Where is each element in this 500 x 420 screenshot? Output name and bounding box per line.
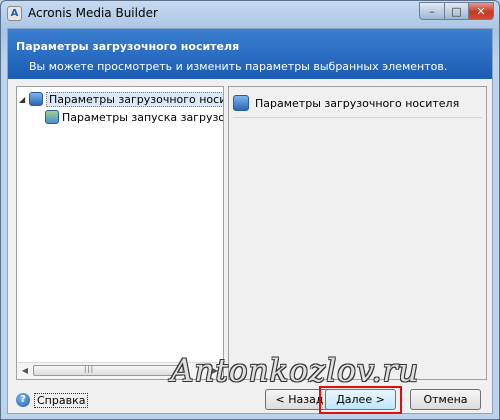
media-options-icon: [29, 92, 43, 106]
window-title: Acronis Media Builder: [28, 6, 158, 20]
scroll-right-icon[interactable]: ▶: [209, 365, 221, 377]
close-button[interactable]: ✕: [468, 2, 494, 20]
wizard-header: Параметры загрузочного носителя Вы может…: [8, 29, 492, 79]
tree-item-label: Параметры загрузочного носителя: [46, 91, 223, 107]
tree-item-media-options[interactable]: ◢ Параметры загрузочного носителя: [19, 91, 223, 107]
scrollbar-thumb[interactable]: [33, 365, 183, 376]
wizard-content: Параметры загрузочного носителя Вы может…: [7, 28, 493, 414]
options-tree[interactable]: ◢ Параметры загрузочного носителя Параме…: [16, 86, 224, 380]
panel-title: Параметры загрузочного носителя: [255, 96, 460, 110]
cancel-button[interactable]: Отмена: [410, 389, 481, 410]
tree-item-label: Параметры запуска загрузочного н: [62, 110, 223, 124]
next-button[interactable]: Далее >: [325, 389, 396, 410]
help-icon[interactable]: ?: [16, 393, 30, 407]
maximize-button[interactable]: □: [444, 2, 469, 20]
help-link[interactable]: Справка: [34, 393, 89, 408]
media-options-icon: [233, 95, 249, 111]
collapse-arrow-icon[interactable]: ◢: [19, 95, 29, 104]
minimize-button[interactable]: –: [419, 2, 445, 20]
scrollbar-grip: |||: [84, 365, 95, 373]
horizontal-scrollbar[interactable]: ◀ ||| ▶: [17, 362, 223, 379]
tree-item-boot-params[interactable]: Параметры запуска загрузочного н: [45, 109, 223, 125]
details-panel: Параметры загрузочного носителя: [228, 86, 487, 380]
boot-params-icon: [45, 110, 59, 124]
back-button[interactable]: < Назад: [265, 389, 334, 410]
title-bar[interactable]: A Acronis Media Builder – □ ✕: [1, 1, 499, 27]
wizard-footer: ? Справка < Назад Далее > Отмена: [8, 386, 492, 414]
header-subtitle: Вы можете просмотреть и изменить парамет…: [29, 60, 448, 73]
acronis-app-icon: A: [7, 6, 22, 21]
header-title: Параметры загрузочного носителя: [16, 40, 240, 53]
scroll-left-icon[interactable]: ◀: [19, 365, 31, 377]
panel-divider: [233, 117, 482, 118]
panel-heading: Параметры загрузочного носителя: [233, 95, 459, 111]
app-window: A Acronis Media Builder – □ ✕ Параметры …: [0, 0, 500, 420]
